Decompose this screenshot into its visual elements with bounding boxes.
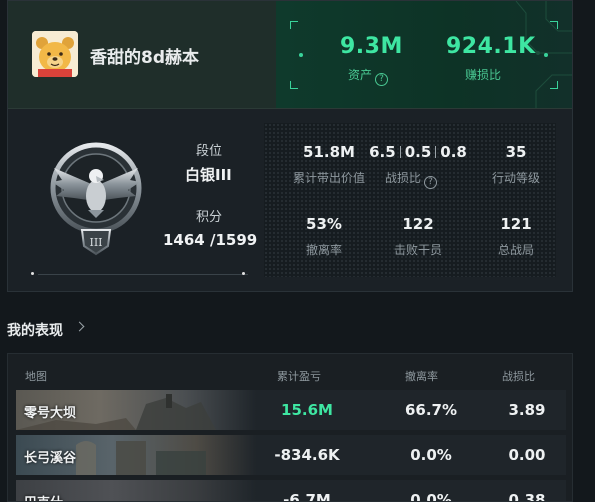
- extract-rate-cell: 66.7%: [404, 401, 458, 419]
- tier-value: 白银III: [185, 166, 232, 184]
- map-thumbnail: 零号大坝: [16, 390, 256, 430]
- map-name: 巴克什: [24, 492, 63, 501]
- frame-corner-icon: [290, 81, 298, 89]
- ops-level-value: 35: [505, 143, 527, 161]
- assets-label-group[interactable]: 资产?: [348, 66, 389, 86]
- kd-value-3: 0.8: [440, 143, 467, 161]
- kd-value-2: 0.5: [404, 143, 432, 161]
- kd-label: 战损比: [384, 171, 421, 185]
- dot-icon: [299, 53, 303, 57]
- kd-value-1: 6.5: [369, 143, 396, 161]
- map-thumbnail: 巴克什: [16, 480, 256, 501]
- player-card: 9.3M 资产? 924.1K 赚损比 香甜的8d赫本 III 段位 白银III…: [7, 0, 573, 292]
- pooh-bear-avatar-icon: [32, 31, 78, 77]
- divider: [435, 146, 437, 158]
- svg-text:III: III: [89, 236, 102, 249]
- frame-corner-icon: [550, 81, 558, 89]
- section-title[interactable]: 我的表现: [7, 320, 63, 340]
- kd-cell: 0.38: [508, 491, 546, 502]
- extract-rate-cell: 0.0%: [410, 491, 452, 502]
- column-header-map: 地图: [25, 370, 47, 383]
- dot-icon: [31, 272, 34, 275]
- dot-icon: [242, 272, 245, 275]
- profit-ratio-label: 赚损比: [465, 68, 502, 82]
- assets-panel: 9.3M 资产? 924.1K 赚损比: [276, 1, 572, 108]
- kills-label: 击败干员: [393, 243, 442, 257]
- help-icon[interactable]: ?: [375, 73, 389, 86]
- silver-eagle-emblem-icon: III: [44, 138, 148, 256]
- kills-value: 122: [402, 215, 434, 233]
- progress-track: [38, 274, 248, 275]
- player-header: 9.3M 资产? 924.1K 赚损比 香甜的8d赫本: [8, 1, 572, 108]
- column-header-extract-rate: 撤离率: [405, 370, 438, 383]
- assets-value: 9.3M: [340, 34, 403, 59]
- divider: [8, 108, 572, 109]
- map-thumbnail: 长弓溪谷: [16, 435, 256, 475]
- points-value: 1464 /1599: [163, 231, 258, 249]
- points-label: 积分: [196, 210, 223, 225]
- table-row[interactable]: 长弓溪谷 -834.6K 0.0% 0.00: [16, 435, 566, 475]
- frame-corner-icon: [290, 21, 298, 29]
- dot-icon: [544, 53, 548, 57]
- stats-grid: 51.8M 累计带出价值 6.5 0.5 0.8 战损比? 35 行动等级 53% …: [264, 123, 556, 277]
- profit-cell: -834.6K: [274, 446, 340, 464]
- assets-label: 资产: [348, 68, 373, 82]
- column-header-kd: 战损比: [502, 370, 535, 383]
- profile-page: 9.3M 资产? 924.1K 赚损比 香甜的8d赫本 III 段位 白银III…: [0, 0, 595, 502]
- column-header-profit: 累计盈亏: [277, 370, 321, 383]
- username: 香甜的8d赫本: [90, 48, 199, 68]
- map-performance-table: 地图 累计盈亏 撤离率 战损比 零号大坝 15.6M 66.7% 3.89 长弓…: [7, 353, 573, 502]
- ops-level-label: 行动等级: [491, 171, 540, 185]
- matches-value: 121: [500, 215, 532, 233]
- extract-rate-value: 53%: [306, 215, 342, 233]
- profit-cell: -6.7M: [283, 491, 331, 502]
- map-name: 长弓溪谷: [24, 451, 77, 466]
- help-icon[interactable]: ?: [424, 176, 437, 189]
- matches-label: 总战局: [497, 243, 534, 257]
- profit-ratio-value: 924.1K: [446, 34, 536, 59]
- chevron-right-icon[interactable]: [74, 321, 85, 332]
- kd-label-group[interactable]: 战损比?: [376, 169, 446, 189]
- profit-cell: 15.6M: [281, 401, 333, 419]
- extracted-label: 累计带出价值: [292, 171, 365, 185]
- divider: [399, 146, 401, 158]
- kd-cell: 0.00: [508, 446, 546, 464]
- avatar[interactable]: [32, 31, 78, 77]
- kd-cell: 3.89: [508, 401, 546, 419]
- extract-rate-label: 撤离率: [305, 243, 342, 257]
- map-name: 零号大坝: [24, 406, 77, 421]
- frame-corner-icon: [550, 21, 558, 29]
- table-row[interactable]: 零号大坝 15.6M 66.7% 3.89: [16, 390, 566, 430]
- tier-label: 段位: [196, 144, 223, 159]
- table-row[interactable]: 巴克什 -6.7M 0.0% 0.38: [16, 480, 566, 502]
- kd-values: 6.5 0.5 0.8: [368, 143, 468, 161]
- extract-rate-cell: 0.0%: [410, 446, 452, 464]
